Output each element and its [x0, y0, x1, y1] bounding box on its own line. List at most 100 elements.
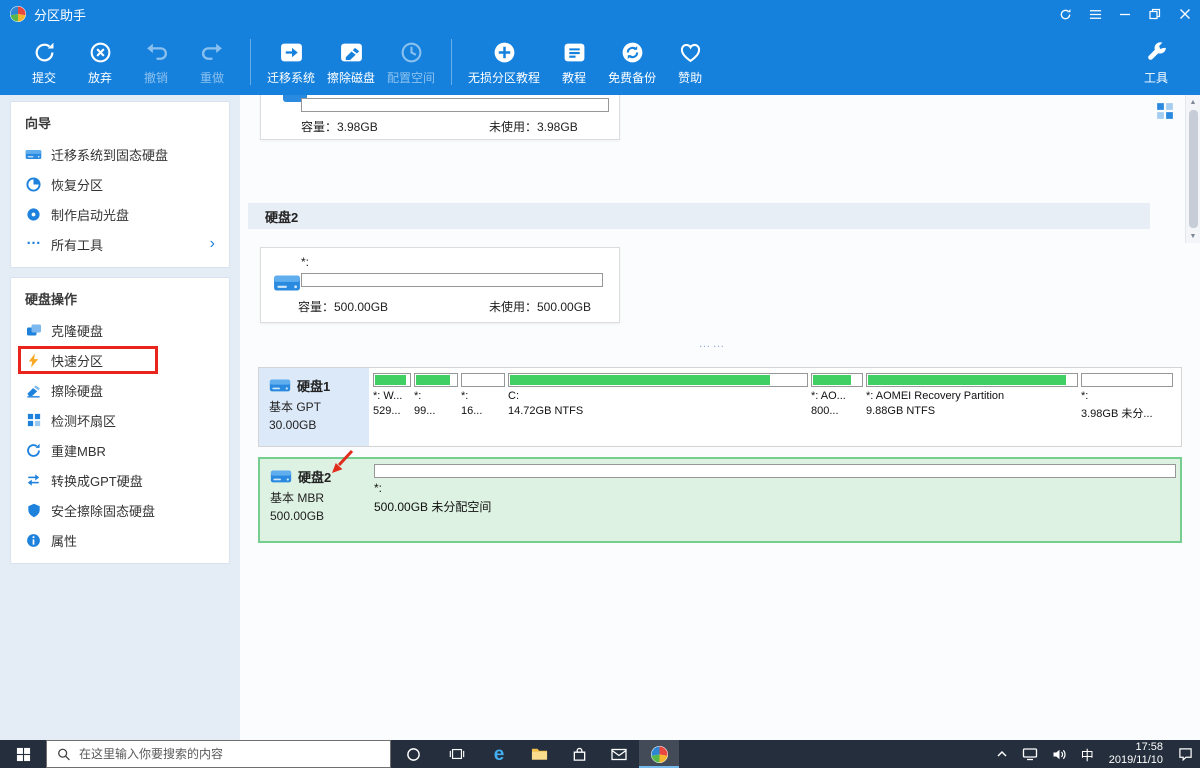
partition-block[interactable]: *: 3.98GB 未分...: [1081, 373, 1173, 421]
disk2-info-block[interactable]: 硬盘2 基本 MBR 500.00GB: [260, 459, 370, 541]
partition-block[interactable]: *: 16...: [461, 373, 505, 417]
wipe-disk-button[interactable]: 擦除磁盘: [321, 36, 381, 88]
redo-button[interactable]: 重做: [184, 36, 240, 88]
show-hidden-icons-button[interactable]: [989, 740, 1015, 768]
check-update-button[interactable]: [1050, 0, 1080, 28]
allocate-space-button[interactable]: 配置空间: [381, 36, 441, 88]
disk-operations-title: 硬盘操作: [11, 280, 229, 315]
close-button[interactable]: [1170, 0, 1200, 28]
sidebar-item-clone-disk[interactable]: 克隆硬盘: [11, 315, 229, 345]
partition-label: *:: [414, 390, 458, 402]
ime-indicator[interactable]: 中: [1074, 740, 1101, 768]
sidebar-item-label: 快速分区: [51, 351, 103, 370]
scroll-up-arrow[interactable]: ▲: [1186, 95, 1200, 109]
sidebar-item-all-tools[interactable]: … 所有工具 ›: [11, 229, 229, 259]
partition-label: *: AOMEI Recovery Partition: [866, 390, 1078, 402]
sidebar-item-properties[interactable]: 属性: [11, 525, 229, 555]
taskbar-clock[interactable]: 17:58 2019/11/10: [1101, 741, 1171, 767]
donate-button[interactable]: 赞助: [662, 36, 718, 88]
tutorial-button[interactable]: 教程: [546, 36, 602, 88]
disk-name: 硬盘2: [298, 467, 331, 486]
sidebar-item-recover-partition[interactable]: 恢复分区: [11, 169, 229, 199]
capacity-text: 容量：500.00GB: [298, 298, 388, 315]
disk-operations-card: 硬盘操作 克隆硬盘 快速分区: [10, 277, 230, 564]
taskbar-app-file-explorer[interactable]: [519, 740, 559, 768]
sidebar-item-label: 转换成GPT硬盘: [51, 471, 143, 490]
partition-block[interactable]: *: AOMEI Recovery Partition 9.88GB NTFS: [866, 373, 1078, 417]
sidebar-item-convert-to-gpt[interactable]: 转换成GPT硬盘: [11, 465, 229, 495]
unused-text: 未使用：3.98GB: [489, 118, 578, 135]
pane-splitter-handle[interactable]: ……: [240, 338, 1185, 348]
sidebar-item-label: 恢复分区: [51, 175, 103, 194]
sidebar-item-label: 检测坏扇区: [51, 411, 116, 430]
partition-block[interactable]: *: W... 529...: [373, 373, 411, 417]
sidebar-item-migrate-os-to-ssd[interactable]: 迁移系统到固态硬盘: [11, 139, 229, 169]
edge-icon: e: [494, 745, 505, 764]
all-tools-icon: …: [25, 236, 42, 253]
wizards-title: 向导: [11, 104, 229, 139]
partition-block[interactable]: *: 99...: [414, 373, 458, 417]
maximize-button[interactable]: [1140, 0, 1170, 28]
action-center-button[interactable]: [1171, 740, 1200, 768]
start-button[interactable]: [0, 740, 46, 768]
disk2-row-selected[interactable]: 硬盘2 基本 MBR 500.00GB *: 500.00GB 未分配空间: [258, 457, 1182, 543]
taskbar-app-partition-assistant[interactable]: [639, 740, 679, 768]
volume-tray-button[interactable]: [1045, 740, 1074, 768]
disk2-partition-card[interactable]: *: 容量：500.00GB 未使用：500.00GB: [260, 247, 620, 323]
tools-button[interactable]: 工具: [1128, 36, 1184, 88]
sidebar-item-label: 安全擦除固态硬盘: [51, 501, 155, 520]
clock-time: 17:58: [1135, 741, 1163, 754]
app-logo-icon: [10, 6, 26, 22]
taskbar-app-edge[interactable]: e: [479, 740, 519, 768]
free-backup-button[interactable]: 免费备份: [602, 36, 662, 88]
migrate-system-button[interactable]: 迁移系统: [261, 36, 321, 88]
wizards-card: 向导 迁移系统到固态硬盘 恢复分区 制作启动光盘: [10, 101, 230, 268]
discard-label: 放弃: [88, 69, 112, 86]
disk1-info-block[interactable]: 硬盘1 基本 GPT 30.00GB: [259, 368, 369, 446]
convert-arrows-icon: [25, 472, 42, 489]
recover-partition-icon: [25, 176, 42, 193]
lightning-icon: [25, 352, 42, 369]
sidebar-item-rebuild-mbr[interactable]: 重建MBR: [11, 435, 229, 465]
sidebar-item-make-bootable-media[interactable]: 制作启动光盘: [11, 199, 229, 229]
clone-disk-icon: [25, 322, 42, 339]
partition-block[interactable]: *: 500.00GB 未分配空间: [374, 464, 1176, 515]
tutorial-label: 教程: [562, 69, 586, 86]
search-icon: [57, 747, 71, 762]
undo-button[interactable]: 撤销: [128, 36, 184, 88]
sidebar-item-secure-erase-ssd[interactable]: 安全擦除固态硬盘: [11, 495, 229, 525]
partition-detail-card-partial[interactable]: 容量：3.98GB 未使用：3.98GB: [260, 95, 620, 140]
partition-assistant-icon: [651, 746, 668, 763]
menu-button[interactable]: [1080, 0, 1110, 28]
discard-button[interactable]: 放弃: [72, 36, 128, 88]
cortana-button[interactable]: [391, 740, 435, 768]
partition-block[interactable]: *: AO... 800...: [811, 373, 863, 417]
layout-toggle-icon[interactable]: [1156, 102, 1174, 120]
scrollbar-thumb[interactable]: [1189, 110, 1198, 228]
commit-button[interactable]: 提交: [16, 36, 72, 88]
search-input[interactable]: [79, 747, 380, 761]
sidebar-item-wipe-disk[interactable]: 擦除硬盘: [11, 375, 229, 405]
partition-block[interactable]: C: 14.72GB NTFS: [508, 373, 808, 417]
rebuild-mbr-icon: [25, 442, 42, 459]
task-view-button[interactable]: [435, 740, 479, 768]
sidebar-item-check-bad-sectors[interactable]: 检测坏扇区: [11, 405, 229, 435]
migrate-system-label: 迁移系统: [267, 69, 315, 86]
disk1-row[interactable]: 硬盘1 基本 GPT 30.00GB *: W... 529... *: 99.…: [258, 367, 1182, 447]
taskbar-app-store[interactable]: [559, 740, 599, 768]
network-tray-button[interactable]: [1015, 740, 1045, 768]
partition-size: 3.98GB 未分...: [1081, 405, 1173, 421]
vertical-scrollbar[interactable]: ▲ ▼: [1185, 95, 1200, 243]
free-backup-label: 免费备份: [608, 69, 656, 86]
sidebar-item-quick-partition[interactable]: 快速分区: [11, 345, 229, 375]
partition-size: 800...: [811, 405, 863, 417]
clock-date: 2019/11/10: [1109, 754, 1163, 767]
taskbar-app-mail[interactable]: [599, 740, 639, 768]
taskbar-search-box[interactable]: [46, 740, 391, 768]
partition-size: 16...: [461, 405, 505, 417]
partition-label: *:: [461, 390, 505, 402]
lossless-tutorial-button[interactable]: 无损分区教程: [462, 36, 546, 88]
scroll-down-arrow[interactable]: ▼: [1186, 229, 1200, 243]
eraser-icon: [25, 382, 42, 399]
minimize-button[interactable]: [1110, 0, 1140, 28]
